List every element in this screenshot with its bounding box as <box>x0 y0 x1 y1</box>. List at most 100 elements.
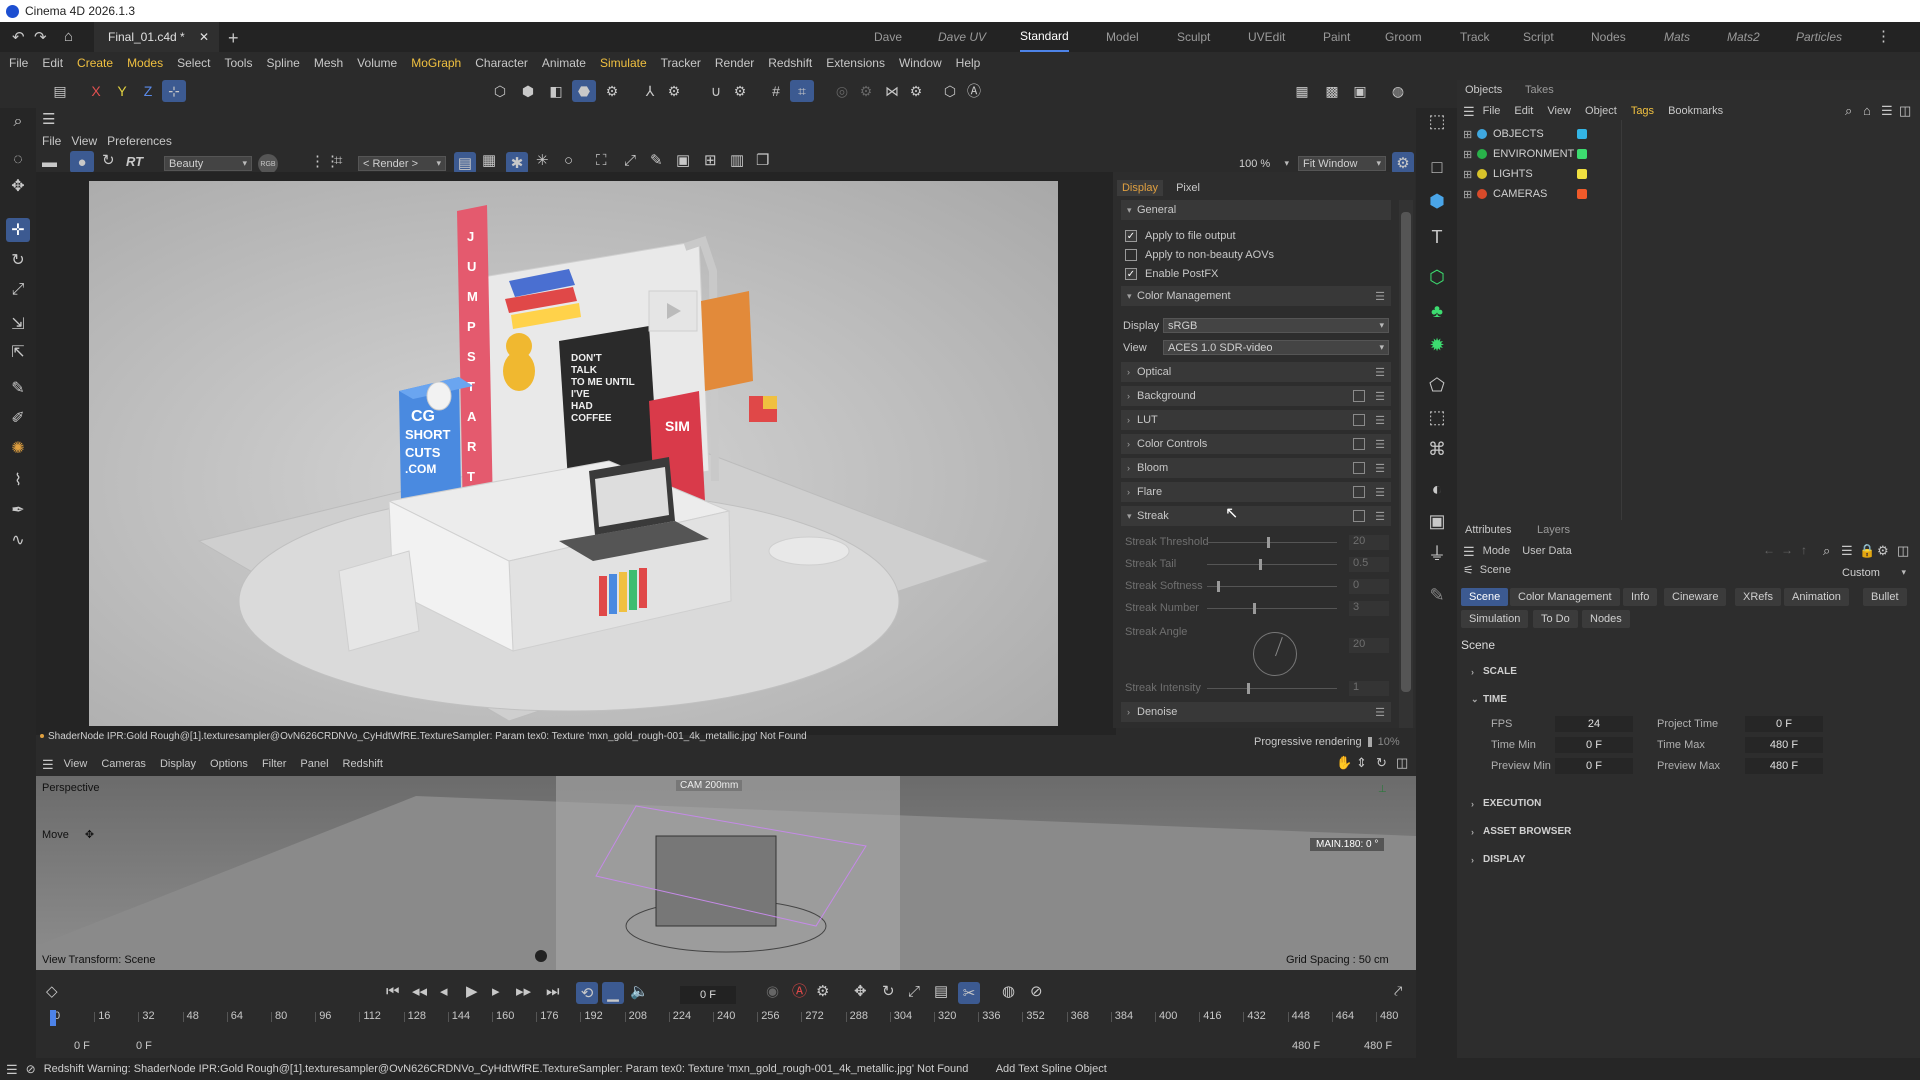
image-icon[interactable]: ▣ <box>676 153 690 168</box>
square-primitive-icon[interactable]: □ <box>1424 154 1450 180</box>
key-scale-icon[interactable]: ⤢ <box>908 984 920 999</box>
obj-menu-edit[interactable]: Edit <box>1514 105 1533 117</box>
obj-menu-bookmarks[interactable]: Bookmarks <box>1668 105 1723 117</box>
scale-tool-icon[interactable]: ⤢ <box>6 278 30 302</box>
tiles-icon[interactable]: ▦ <box>482 153 496 168</box>
fit-window-dropdown[interactable]: Fit Window <box>1298 156 1386 171</box>
layout-tab-track[interactable]: Track <box>1460 22 1490 52</box>
menu-file[interactable]: File <box>9 56 28 70</box>
group-scale[interactable]: › SCALE <box>1471 666 1517 677</box>
soft-selection-icon[interactable]: ◎ <box>830 80 854 102</box>
obj-menu-object[interactable]: Object <box>1585 105 1617 117</box>
apply-aov-checkbox[interactable]: Apply to non-beauty AOVs <box>1125 247 1274 263</box>
attributes-menu-icon[interactable]: ☰ <box>1463 545 1475 558</box>
field-icon[interactable]: ⬚ <box>1424 404 1450 430</box>
layout-tab-mats[interactable]: Mats <box>1664 22 1690 52</box>
slider-knob[interactable] <box>1217 581 1220 592</box>
checkbox-unchecked[interactable] <box>1125 249 1137 261</box>
objects-menu-icon[interactable]: ☰ <box>1463 105 1475 118</box>
camera-icon[interactable]: ▣ <box>1424 508 1450 534</box>
preview-range-icon[interactable]: ▁ <box>602 982 624 1004</box>
section-flare[interactable]: › Flare ☰ <box>1121 482 1391 502</box>
home-icon[interactable]: ⌂ <box>1863 104 1871 117</box>
menu-select[interactable]: Select <box>177 56 210 70</box>
subtab-simulation[interactable]: Simulation <box>1461 610 1529 628</box>
slider-value[interactable]: 20 <box>1349 535 1389 550</box>
checkbox-checked[interactable]: ✓ <box>1125 230 1137 242</box>
object-mode-icon[interactable]: ▤ <box>48 80 72 102</box>
key-param-icon[interactable]: ▤ <box>934 984 948 999</box>
streak-tail-slider[interactable]: Streak Tail 0.5 <box>1121 556 1389 574</box>
sketch-tool-icon[interactable]: ✐ <box>6 406 30 430</box>
document-tab[interactable]: Final_01.c4d * ✕ <box>94 22 219 52</box>
section-menu-icon[interactable]: ☰ <box>1373 413 1387 427</box>
menu-create[interactable]: Create <box>77 56 113 70</box>
close-tab-icon[interactable]: ✕ <box>199 30 209 44</box>
render-mode-dropdown[interactable]: < Render > <box>358 156 446 171</box>
filter-icon[interactable]: ☰ <box>1841 544 1853 557</box>
section-enable-checkbox[interactable] <box>1353 486 1365 498</box>
layout-tab-uvedit[interactable]: UVEdit <box>1248 22 1285 52</box>
pan-hand-icon[interactable]: ✋ <box>1336 756 1352 769</box>
slider-knob[interactable] <box>1259 559 1262 570</box>
generator-icon[interactable]: ⬡ <box>1424 264 1450 290</box>
menu-mesh[interactable]: Mesh <box>314 56 343 70</box>
menu-render[interactable]: Render <box>715 56 754 70</box>
settings-icon[interactable]: ⚙ <box>1877 544 1889 557</box>
section-menu-icon[interactable]: ☰ <box>1373 365 1387 379</box>
copy-icon[interactable]: ❐ <box>756 153 769 168</box>
subtab-xrefs[interactable]: XRefs <box>1735 588 1781 606</box>
home-icon[interactable]: ⌂ <box>64 29 73 44</box>
layout-tab-paint[interactable]: Paint <box>1323 22 1350 52</box>
snap-magnet-icon[interactable]: ∪ <box>704 80 728 102</box>
axis-y-button[interactable]: Y <box>110 80 134 102</box>
start-ipr-icon[interactable]: ● <box>70 151 94 173</box>
section-enable-checkbox[interactable] <box>1353 462 1365 474</box>
motion-settings-icon[interactable]: ⊘ <box>1030 984 1043 999</box>
hamburger-menu-icon[interactable]: ☰ <box>42 112 55 127</box>
section-denoise[interactable]: › Denoise ☰ <box>1121 702 1391 722</box>
apply-file-output-checkbox[interactable]: ✓ Apply to file output <box>1125 228 1236 244</box>
slider-knob[interactable] <box>1267 537 1270 548</box>
mograph-icon[interactable]: ♣ <box>1424 298 1450 324</box>
slider-value[interactable]: 3 <box>1349 601 1389 616</box>
move-tool-icon[interactable]: ✛ <box>6 218 30 242</box>
new-window-icon[interactable]: ◫ <box>1899 104 1911 117</box>
section-bloom[interactable]: › Bloom ☰ <box>1121 458 1391 478</box>
brush-tool-icon[interactable]: ⌇ <box>6 468 30 492</box>
go-to-end-icon[interactable]: ⏭ <box>546 984 560 999</box>
section-lut[interactable]: › LUT ☰ <box>1121 410 1391 430</box>
menu-extensions[interactable]: Extensions <box>826 56 885 70</box>
rotate-tool-icon[interactable]: ↻ <box>6 248 30 272</box>
section-menu-icon[interactable]: ☰ <box>1373 437 1387 451</box>
aov-dropdown[interactable]: Beauty <box>164 156 252 171</box>
deformer-icon[interactable]: ⬠ <box>1424 372 1450 398</box>
symmetry-icon[interactable]: ⋈ <box>880 80 904 102</box>
next-key-icon[interactable]: ▸▸ <box>516 984 531 999</box>
settings-gear-icon[interactable]: ⚙ <box>1392 152 1414 174</box>
section-menu-icon[interactable]: ☰ <box>1373 289 1387 303</box>
timeline-start-field[interactable]: 0 F <box>74 1040 90 1052</box>
menu-volume[interactable]: Volume <box>357 56 397 70</box>
lock-icon[interactable]: 🔒 <box>1859 544 1875 557</box>
object-row-lights[interactable]: ⊞ LIGHTS <box>1463 165 1587 183</box>
section-enable-checkbox[interactable] <box>1353 414 1365 426</box>
section-menu-icon[interactable]: ☰ <box>1373 389 1387 403</box>
enable-axis-icon[interactable]: ⅄ <box>638 80 662 102</box>
vp-menu-filter[interactable]: Filter <box>262 758 286 770</box>
render-view-icon[interactable]: ▩ <box>1320 80 1344 102</box>
next-frame-icon[interactable]: ▸ <box>492 984 500 999</box>
layout-tab-model[interactable]: Model <box>1106 22 1139 52</box>
render-region-icon[interactable]: ▦ <box>1290 80 1314 102</box>
preview-start-field[interactable]: 0 F <box>136 1040 152 1052</box>
menu-mograph[interactable]: MoGraph <box>411 56 461 70</box>
section-color-management[interactable]: ▾ Color Management ☰ <box>1121 286 1391 306</box>
menu-modes[interactable]: Modes <box>127 56 163 70</box>
motion-record-icon[interactable]: ◍ <box>1002 984 1015 999</box>
obj-menu-tags[interactable]: Tags <box>1631 105 1654 117</box>
layout-tab-groom[interactable]: Groom <box>1385 22 1422 52</box>
layout-tab-standard[interactable]: Standard <box>1020 22 1069 52</box>
tab-display[interactable]: Display <box>1117 180 1163 196</box>
vp-menu-view[interactable]: View <box>64 758 88 770</box>
play-button-icon[interactable]: ▶ <box>466 984 478 999</box>
